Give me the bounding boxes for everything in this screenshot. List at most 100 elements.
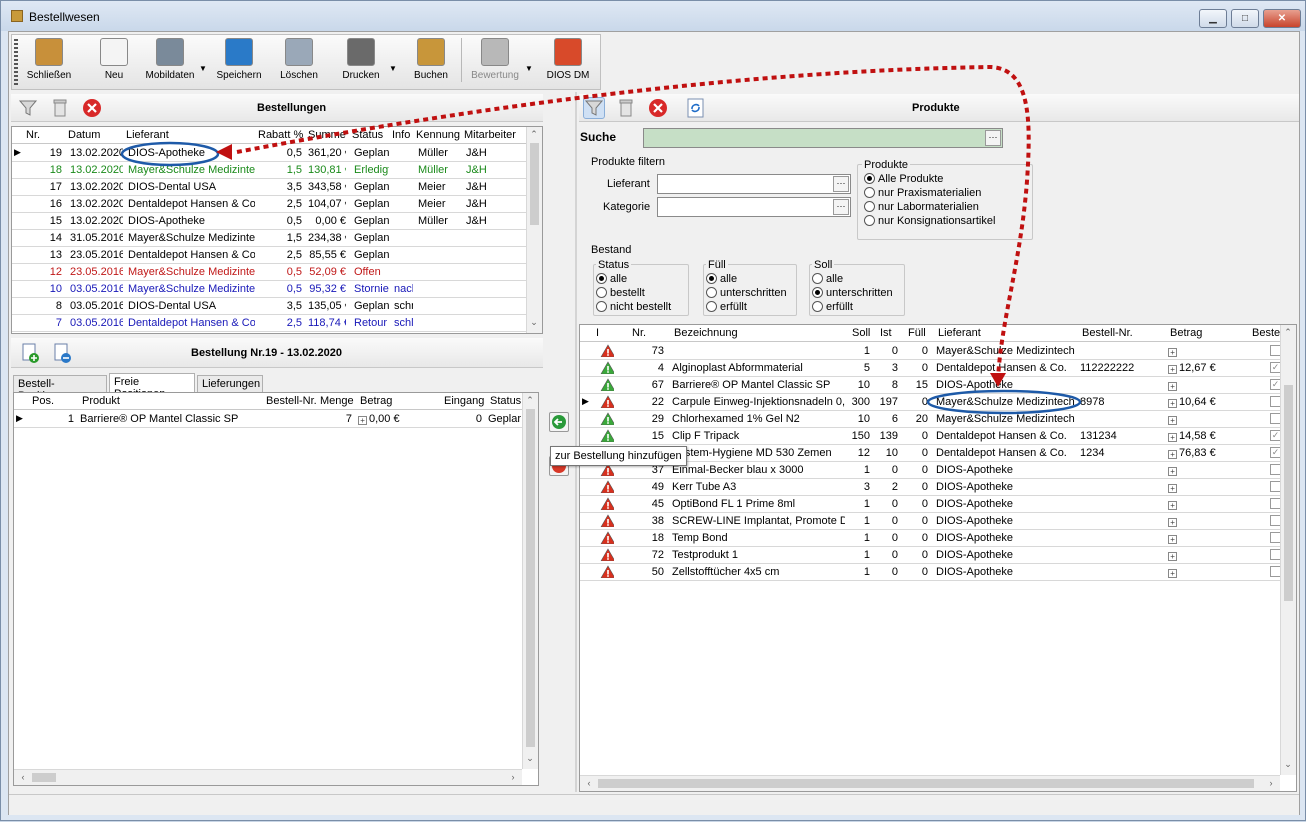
tab-bestell-positionen[interactable]: Bestell-Positionen bbox=[13, 375, 107, 402]
scroll-up-icon[interactable]: ⌃ bbox=[1281, 327, 1295, 338]
table-row[interactable]: ▶ 1 Barriere® OP Mantel Classic SP 7 +0,00 €… bbox=[14, 411, 522, 428]
column-header[interactable]: Lieferant bbox=[938, 327, 1080, 339]
table-row[interactable]: 12 23.05.2016 Mayer&Schulze Medizintec 0,5 5… bbox=[12, 264, 526, 281]
buchen-button[interactable]: Buchen bbox=[405, 34, 457, 86]
positions-hscroll[interactable]: ‹ › bbox=[14, 769, 522, 785]
produkte-radio-2[interactable]: nur Labormaterialien bbox=[864, 201, 979, 213]
refresh-icon[interactable] bbox=[685, 97, 707, 119]
minimize-button[interactable]: ▁ bbox=[1199, 9, 1227, 28]
table-row[interactable]: 49 Kerr Tube A3 3 2 0 DIOS-Apotheke + bbox=[580, 479, 1281, 496]
table-row[interactable]: 18 13.02.2020 Mayer&Schulze Medizintec 1,5 1… bbox=[12, 162, 526, 179]
close-window-button[interactable]: ✕ bbox=[1263, 9, 1301, 28]
column-header[interactable]: Pos. bbox=[32, 395, 82, 407]
scroll-thumb[interactable] bbox=[598, 779, 1254, 788]
produkte-radio-1[interactable]: nur Praxismaterialien bbox=[864, 187, 981, 199]
table-row[interactable]: 45 OptiBond FL 1 Prime 8ml 1 0 0 DIOS-Apothek… bbox=[580, 496, 1281, 513]
expand-icon[interactable]: + bbox=[1168, 467, 1177, 476]
tab-freie-positionen[interactable]: Freie Positionen bbox=[109, 373, 195, 400]
table-row[interactable]: 50 Zellstofftücher 4x5 cm 1 0 0 DIOS-Apotheke… bbox=[580, 564, 1281, 581]
scroll-up-icon[interactable]: ⌃ bbox=[527, 129, 541, 140]
expand-icon[interactable]: + bbox=[1168, 399, 1177, 408]
produkte-radio-3[interactable]: nur Konsignationsartikel bbox=[864, 215, 995, 227]
kategorie-input[interactable]: ··· bbox=[657, 197, 851, 217]
status-radio-2[interactable]: nicht bestellt bbox=[596, 301, 671, 313]
soll-radio-0[interactable]: alle bbox=[812, 273, 843, 285]
produkte-radio-0[interactable]: Alle Produkte bbox=[864, 173, 943, 185]
drucken-button[interactable]: Drucken bbox=[331, 34, 391, 86]
scroll-thumb[interactable] bbox=[530, 143, 539, 225]
maximize-button[interactable]: □ bbox=[1231, 9, 1259, 28]
dropdown-arrow-icon[interactable]: ▼ bbox=[199, 64, 207, 73]
table-row[interactable]: 29 Chlorhexamed 1% Gel N2 10 6 20 Mayer&Schul… bbox=[580, 411, 1281, 428]
column-header[interactable]: Betrag bbox=[360, 395, 444, 407]
fuell-radio-1[interactable]: unterschritten bbox=[706, 287, 787, 299]
search-browse-button[interactable]: ··· bbox=[985, 130, 1001, 146]
scroll-down-icon[interactable]: ⌄ bbox=[523, 753, 537, 764]
table-row[interactable]: 15 13.02.2020 DIOS-Apotheke 0,5 0,00 € Geplan… bbox=[12, 213, 526, 230]
column-header[interactable]: Bestell-Nr. bbox=[1082, 327, 1168, 339]
expand-icon[interactable]: + bbox=[1168, 365, 1177, 374]
column-header[interactable]: Nr. bbox=[632, 327, 672, 339]
expand-icon[interactable]: + bbox=[1168, 569, 1177, 578]
tab-lieferungen[interactable]: Lieferungen bbox=[197, 375, 263, 392]
expand-icon[interactable]: + bbox=[1168, 518, 1177, 527]
column-header[interactable]: Bezeichnung bbox=[674, 327, 850, 339]
column-header[interactable]: Beste bbox=[1252, 327, 1282, 339]
column-header[interactable]: Datum bbox=[68, 129, 124, 141]
table-row[interactable]: 16 13.02.2020 Dentaldepot Hansen & Co. 2,5 1… bbox=[12, 196, 526, 213]
scroll-left-icon[interactable]: ‹ bbox=[16, 772, 30, 782]
delete-icon[interactable] bbox=[81, 97, 103, 119]
table-row[interactable]: 67 Barriere® OP Mantel Classic SP 10 8 15 DIO… bbox=[580, 377, 1281, 394]
column-header[interactable]: Lieferant bbox=[126, 129, 256, 141]
table-row[interactable]: 38 SCREW-LINE Implantat, Promote D 1 0 0 DIOS… bbox=[580, 513, 1281, 530]
speichern-button[interactable]: Speichern bbox=[213, 34, 265, 86]
lieferant-input[interactable]: ··· bbox=[657, 174, 851, 194]
status-radio-0[interactable]: alle bbox=[596, 273, 627, 285]
status-radio-1[interactable]: bestellt bbox=[596, 287, 645, 299]
remove-position-icon[interactable] bbox=[51, 342, 73, 364]
column-header[interactable]: Summe bbox=[308, 129, 350, 141]
expand-icon[interactable]: + bbox=[1168, 501, 1177, 510]
lieferant-browse-button[interactable]: ··· bbox=[833, 176, 849, 192]
column-header[interactable]: Eingang bbox=[444, 395, 490, 407]
fuell-radio-2[interactable]: erfüllt bbox=[706, 301, 747, 313]
expand-icon[interactable]: + bbox=[1168, 484, 1177, 493]
schließen-button[interactable]: Schließen bbox=[23, 34, 75, 86]
column-header[interactable]: I bbox=[596, 327, 630, 339]
expand-icon[interactable]: + bbox=[1168, 535, 1177, 544]
scroll-right-icon[interactable]: › bbox=[506, 772, 520, 782]
filter-icon[interactable] bbox=[17, 97, 39, 119]
search-input[interactable]: ··· bbox=[643, 128, 1003, 148]
column-header[interactable]: Nr. bbox=[26, 129, 66, 141]
column-header[interactable]: Mitarbeiter bbox=[464, 129, 518, 141]
column-header[interactable]: Betrag bbox=[1170, 327, 1250, 339]
table-row[interactable]: 4 Alginoplast Abformmaterial 5 3 0 Dentaldepo… bbox=[580, 360, 1281, 377]
add-position-icon[interactable] bbox=[19, 342, 41, 364]
table-row[interactable]: 15 Clip F Tripack 150 139 0 Dentaldepot Hanse… bbox=[580, 428, 1281, 445]
table-row[interactable]: 73 1 0 0 Mayer&Schulze Medizintechn + bbox=[580, 343, 1281, 360]
positions-vscroll[interactable]: ⌃ ⌄ bbox=[522, 393, 538, 769]
table-row[interactable]: ▶ 19 13.02.2020 DIOS-Apotheke 0,5 361,20 € Gep… bbox=[12, 145, 526, 162]
dios-dm-button[interactable]: DIOS DM bbox=[539, 34, 597, 86]
expand-icon[interactable]: + bbox=[1168, 450, 1177, 459]
scroll-thumb[interactable] bbox=[32, 773, 56, 782]
kategorie-browse-button[interactable]: ··· bbox=[833, 199, 849, 215]
löschen-button[interactable]: Löschen bbox=[273, 34, 325, 86]
dropdown-arrow-icon[interactable]: ▼ bbox=[389, 64, 397, 73]
fuell-radio-0[interactable]: alle bbox=[706, 273, 737, 285]
scroll-down-icon[interactable]: ⌄ bbox=[1281, 759, 1295, 770]
expand-icon[interactable]: + bbox=[1168, 552, 1177, 561]
expand-icon[interactable]: + bbox=[1168, 416, 1177, 425]
pane-splitter[interactable] bbox=[575, 92, 577, 792]
column-header[interactable]: Produkt bbox=[82, 395, 266, 407]
expand-icon[interactable]: + bbox=[1168, 382, 1177, 391]
column-header[interactable]: Info bbox=[392, 129, 414, 141]
products-hscroll[interactable]: ‹ › bbox=[580, 775, 1280, 791]
table-row[interactable]: 8 03.05.2016 DIOS-Dental USA 3,5 135,05 € Gep… bbox=[12, 298, 526, 315]
column-header[interactable]: Soll bbox=[852, 327, 878, 339]
add-to-order-button[interactable] bbox=[549, 412, 569, 432]
mobildaten-button[interactable]: Mobildaten bbox=[139, 34, 201, 86]
scroll-thumb[interactable] bbox=[1284, 385, 1293, 601]
expand-icon[interactable]: + bbox=[1168, 433, 1177, 442]
column-header[interactable]: Rabatt % bbox=[258, 129, 306, 141]
